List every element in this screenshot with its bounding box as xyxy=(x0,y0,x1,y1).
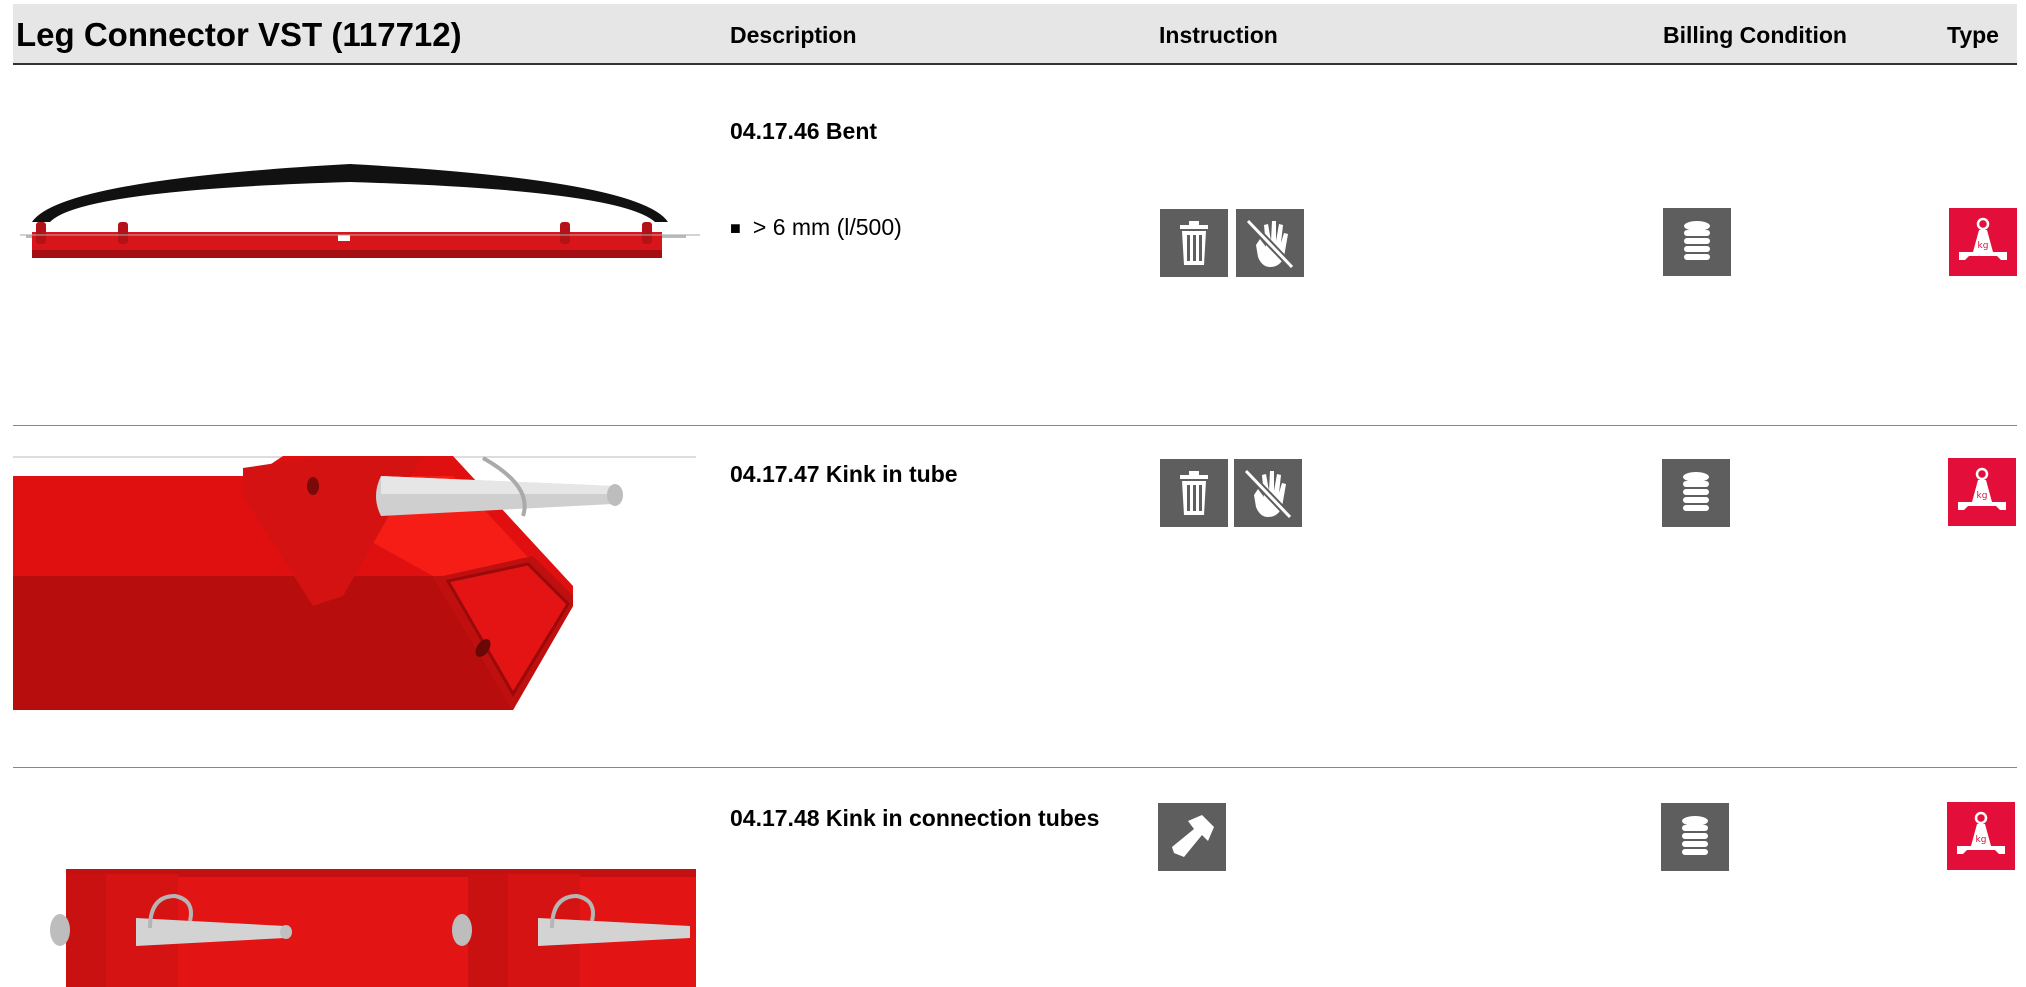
coin-stack-icon xyxy=(1663,208,1731,276)
scrap-bin-icon xyxy=(1160,209,1228,277)
no-repair-hand-icon xyxy=(1236,209,1304,277)
connection-tubes-illustration xyxy=(50,866,696,987)
no-repair-hand-icon xyxy=(1234,459,1302,527)
damage-criterion: ■ > 6 mm (l/500) xyxy=(730,214,902,241)
svg-text:kg: kg xyxy=(1977,491,1988,501)
column-header-type: Type xyxy=(1947,22,1999,48)
column-header-instruction: Instruction xyxy=(1159,22,1278,48)
coin-stack-icon xyxy=(1662,459,1730,527)
table-header: Leg Connector VST (117712) Description I… xyxy=(13,4,2017,65)
damage-code-title: 04.17.47 Kink in tube xyxy=(730,461,958,487)
scrap-bin-icon xyxy=(1160,459,1228,527)
row-separator xyxy=(13,767,2017,768)
damage-code-title: 04.17.48 Kink in connection tubes xyxy=(730,805,1100,831)
damage-code-title: 04.17.46 Bent xyxy=(730,118,878,144)
kinked-tube-illustration xyxy=(13,456,696,716)
row-separator xyxy=(13,425,2017,426)
weight-kg-icon: kg xyxy=(1947,802,2015,870)
svg-text:kg: kg xyxy=(1978,241,1989,251)
weight-kg-icon: kg xyxy=(1948,458,2016,526)
hammer-icon xyxy=(1158,803,1226,871)
column-header-billing: Billing Condition xyxy=(1663,22,1847,48)
coin-stack-icon xyxy=(1661,803,1729,871)
svg-text:kg: kg xyxy=(1976,835,1987,845)
bullet-marker: ■ xyxy=(730,218,741,238)
page-title: Leg Connector VST (117712) xyxy=(16,16,462,53)
weight-kg-icon: kg xyxy=(1949,208,2017,276)
bent-leg-connector-illustration xyxy=(20,150,700,260)
column-header-description: Description xyxy=(730,22,857,48)
damage-criterion-text: > 6 mm (l/500) xyxy=(752,214,902,240)
